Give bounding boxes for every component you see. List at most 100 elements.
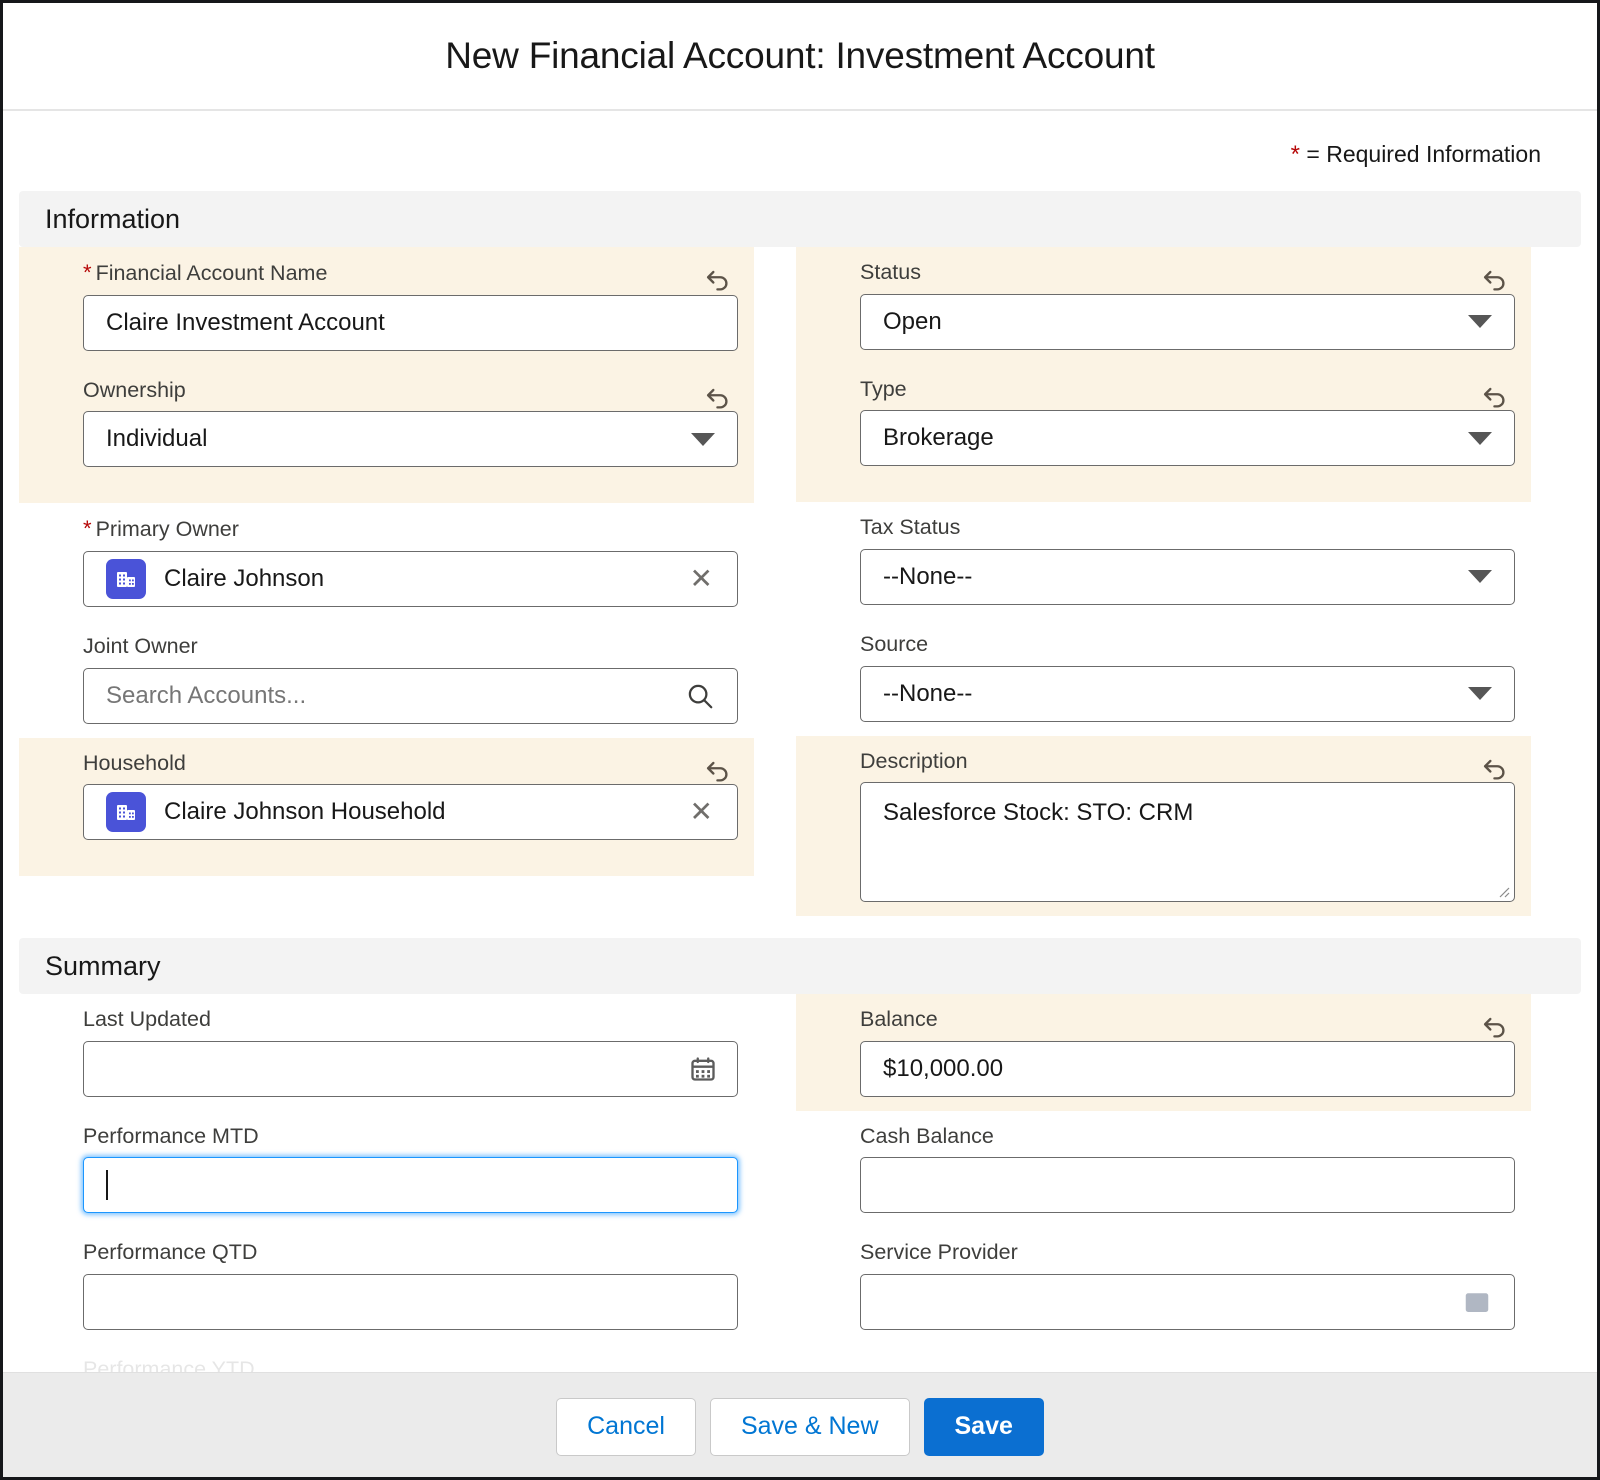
undo-icon[interactable] bbox=[1481, 265, 1509, 293]
label-text: Financial Account Name bbox=[95, 261, 328, 285]
undo-icon[interactable] bbox=[1481, 1012, 1509, 1040]
required-info-note: * = Required Information bbox=[3, 111, 1597, 169]
undo-icon[interactable] bbox=[1481, 382, 1509, 410]
field-label: Service Provider bbox=[860, 1240, 1018, 1265]
field-label: Tax Status bbox=[860, 515, 961, 540]
primary-owner-lookup[interactable]: Claire Johnson ✕ bbox=[83, 550, 738, 607]
select-value: Brokerage bbox=[883, 424, 994, 452]
field-primary-owner: * Primary Owner Claire Johnson ✕ bbox=[19, 503, 754, 621]
financial-account-name-input[interactable]: Claire Investment Account bbox=[83, 294, 738, 351]
field-label: Cash Balance bbox=[860, 1123, 994, 1148]
new-financial-account-modal: New Financial Account: Investment Accoun… bbox=[0, 0, 1600, 1480]
resize-handle[interactable] bbox=[1494, 882, 1510, 898]
field-label: Balance bbox=[860, 1007, 938, 1032]
required-asterisk: * bbox=[83, 260, 92, 285]
close-icon[interactable]: ✕ bbox=[680, 564, 723, 593]
undo-icon[interactable] bbox=[704, 756, 732, 784]
lookup-value: Claire Johnson bbox=[164, 564, 325, 592]
field-status: Status Open bbox=[796, 247, 1531, 364]
field-balance: Balance $10,000.00 bbox=[796, 994, 1531, 1111]
chevron-down-icon[interactable] bbox=[1468, 315, 1492, 329]
search-icon[interactable] bbox=[685, 681, 715, 711]
save-and-new-button[interactable]: Save & New bbox=[709, 1397, 910, 1456]
select-value: --None-- bbox=[883, 562, 973, 590]
status-select[interactable]: Open bbox=[860, 293, 1515, 350]
select-value: Open bbox=[883, 307, 942, 335]
field-label: Household bbox=[83, 750, 186, 775]
source-select[interactable]: --None-- bbox=[860, 665, 1515, 722]
tax-status-select[interactable]: --None-- bbox=[860, 548, 1515, 605]
field-joint-owner: Joint Owner Search Accounts... bbox=[19, 621, 754, 738]
text-cursor bbox=[106, 1170, 108, 1201]
undo-icon[interactable] bbox=[1481, 754, 1509, 782]
chevron-down-icon[interactable] bbox=[1468, 431, 1492, 445]
cancel-button[interactable]: Cancel bbox=[556, 1397, 696, 1456]
household-lookup[interactable]: Claire Johnson Household ✕ bbox=[83, 784, 738, 841]
service-provider-lookup[interactable] bbox=[860, 1274, 1515, 1331]
lookup-icon[interactable] bbox=[1462, 1287, 1492, 1317]
field-tax-status: Tax Status --None-- bbox=[796, 502, 1531, 619]
select-value: Individual bbox=[106, 425, 208, 453]
field-source: Source --None-- bbox=[796, 619, 1531, 736]
modal-footer: Cancel Save & New Save bbox=[3, 1372, 1597, 1477]
last-updated-date-input[interactable] bbox=[83, 1040, 738, 1097]
undo-icon[interactable] bbox=[704, 383, 732, 411]
field-label: Source bbox=[860, 631, 929, 656]
field-performance-qtd: Performance QTD bbox=[19, 1227, 754, 1344]
input-value: Claire Investment Account bbox=[106, 308, 385, 336]
section-header-information: Information bbox=[19, 191, 1581, 247]
account-icon bbox=[106, 792, 146, 833]
ownership-select[interactable]: Individual bbox=[83, 411, 738, 468]
balance-input[interactable]: $10,000.00 bbox=[860, 1040, 1515, 1097]
required-asterisk: * bbox=[1290, 141, 1300, 168]
section-header-summary: Summary bbox=[19, 938, 1581, 995]
chevron-down-icon[interactable] bbox=[691, 432, 715, 446]
account-icon bbox=[106, 558, 146, 599]
field-service-provider: Service Provider bbox=[796, 1227, 1531, 1344]
calendar-icon[interactable] bbox=[689, 1055, 717, 1083]
field-label: Performance MTD bbox=[83, 1123, 259, 1148]
input-value: $10,000.00 bbox=[883, 1054, 1004, 1082]
performance-mtd-input[interactable] bbox=[83, 1157, 738, 1214]
select-value: --None-- bbox=[883, 679, 973, 707]
required-asterisk: * bbox=[83, 516, 92, 542]
label-text: Primary Owner bbox=[95, 517, 239, 542]
field-label: Ownership bbox=[83, 377, 186, 402]
field-label: * Financial Account Name bbox=[83, 260, 738, 286]
modal-body: * = Required Information Information * Fi… bbox=[3, 111, 1597, 1477]
required-info-text: = Required Information bbox=[1306, 141, 1541, 167]
type-select[interactable]: Brokerage bbox=[860, 410, 1515, 467]
section-title: Information bbox=[45, 203, 181, 234]
field-label: Performance QTD bbox=[83, 1240, 258, 1265]
section-title: Summary bbox=[45, 950, 161, 981]
close-icon[interactable]: ✕ bbox=[680, 798, 723, 826]
field-last-updated: Last Updated bbox=[19, 994, 754, 1111]
description-textarea[interactable]: Salesforce Stock: STO: CRM bbox=[860, 782, 1515, 903]
field-ownership: Ownership Individual bbox=[19, 364, 754, 504]
field-type: Type Brokerage bbox=[796, 363, 1531, 503]
field-performance-mtd: Performance MTD bbox=[19, 1111, 754, 1228]
field-label: Last Updated bbox=[83, 1007, 211, 1032]
cash-balance-input[interactable] bbox=[860, 1157, 1515, 1214]
page-title: New Financial Account: Investment Accoun… bbox=[445, 35, 1155, 76]
information-left-column: * Financial Account Name Claire Investmen… bbox=[19, 247, 754, 916]
field-label: * Primary Owner bbox=[83, 517, 738, 542]
modal-header: New Financial Account: Investment Accoun… bbox=[3, 3, 1597, 111]
chevron-down-icon[interactable] bbox=[1468, 570, 1492, 584]
field-label: Description bbox=[860, 748, 968, 773]
undo-icon[interactable] bbox=[704, 265, 732, 293]
textarea-value: Salesforce Stock: STO: CRM bbox=[883, 799, 1194, 827]
field-label: Type bbox=[860, 376, 907, 401]
field-label: Status bbox=[860, 260, 921, 284]
save-button[interactable]: Save bbox=[923, 1397, 1044, 1456]
field-description: Description Salesforce Stock: STO: CRM bbox=[796, 735, 1531, 917]
information-right-column: Status Open Type Brokerage Tax Status --… bbox=[796, 247, 1531, 917]
joint-owner-search-input[interactable]: Search Accounts... bbox=[83, 667, 738, 724]
field-financial-account-name: * Financial Account Name Claire Investmen… bbox=[19, 247, 754, 365]
information-fields-grid: * Financial Account Name Claire Investmen… bbox=[3, 247, 1597, 917]
field-label: Joint Owner bbox=[83, 633, 198, 658]
chevron-down-icon[interactable] bbox=[1468, 687, 1492, 701]
input-placeholder: Search Accounts... bbox=[106, 681, 307, 709]
performance-qtd-input[interactable] bbox=[83, 1274, 738, 1331]
field-cash-balance: Cash Balance bbox=[796, 1111, 1531, 1228]
